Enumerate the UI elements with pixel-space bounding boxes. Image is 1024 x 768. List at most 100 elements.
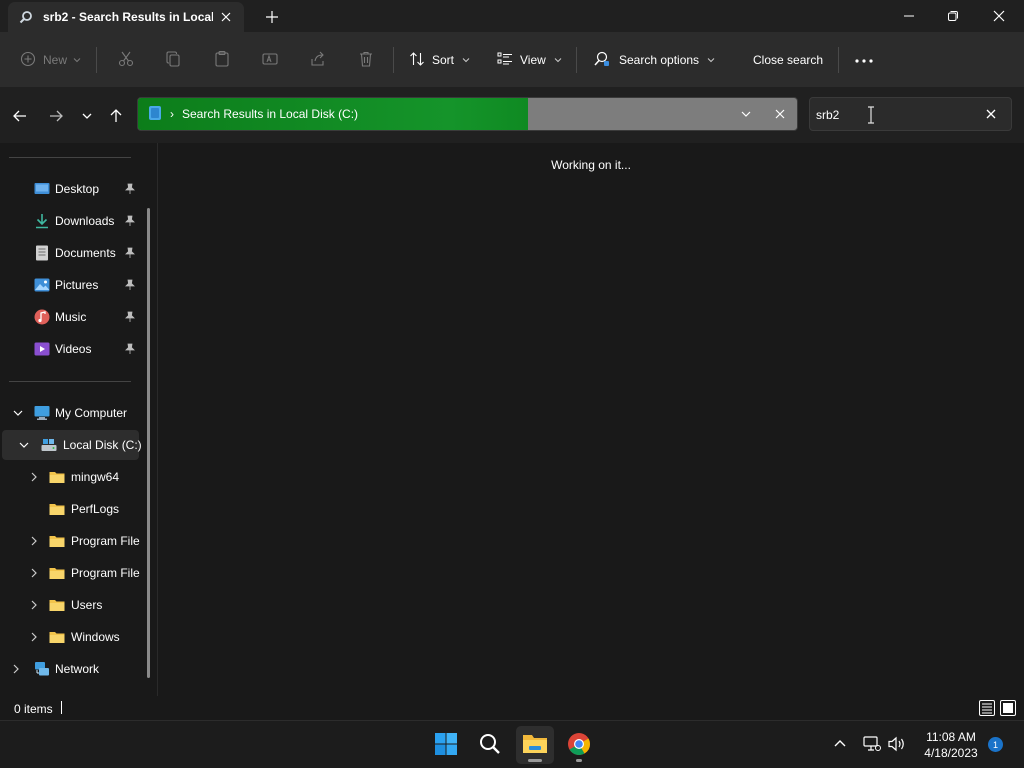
close-search-label: Close search xyxy=(753,53,824,67)
sidebar-item-videos[interactable]: Videos xyxy=(2,334,139,364)
delete-button[interactable] xyxy=(357,46,375,74)
sort-label: Sort xyxy=(432,53,455,67)
sidebar-folder-program-files[interactable]: Program File xyxy=(2,526,140,556)
sidebar-item-local-disk[interactable]: Local Disk (C:) xyxy=(2,430,142,460)
sidebar-item-pictures[interactable]: Pictures xyxy=(2,270,139,300)
chevron-right-icon[interactable] xyxy=(28,535,40,547)
download-icon xyxy=(34,213,50,229)
share-button[interactable] xyxy=(309,46,327,74)
up-arrow-icon[interactable] xyxy=(105,105,127,127)
drive-icon xyxy=(41,437,57,453)
stop-search-icon[interactable] xyxy=(774,108,786,123)
cut-icon xyxy=(117,50,135,71)
paste-button[interactable] xyxy=(213,46,231,74)
pin-icon[interactable] xyxy=(124,343,136,355)
new-button[interactable]: New xyxy=(20,46,81,74)
search-box[interactable] xyxy=(809,97,1012,131)
tab-close-icon[interactable] xyxy=(218,9,234,25)
address-dropdown-icon[interactable] xyxy=(740,108,752,123)
details-view-icon[interactable] xyxy=(979,700,995,719)
status-bar: 0 items xyxy=(0,696,1024,720)
file-list-area[interactable]: Working on it... xyxy=(158,143,1024,696)
chevron-down-icon[interactable] xyxy=(12,407,24,419)
sidebar-item-my-computer[interactable]: My Computer xyxy=(2,398,139,428)
chrome-icon xyxy=(567,732,591,759)
sidebar-item-label: PerfLogs xyxy=(71,502,120,516)
back-arrow-icon[interactable] xyxy=(9,105,31,127)
sidebar-folder-program-files-x86[interactable]: Program File xyxy=(2,558,140,588)
copy-button[interactable] xyxy=(165,46,183,74)
chevron-right-icon[interactable] xyxy=(10,663,22,675)
pin-icon[interactable] xyxy=(124,279,136,291)
sidebar-item-label: Pictures xyxy=(55,278,99,292)
sidebar-item-downloads[interactable]: Downloads xyxy=(2,206,139,236)
sidebar-item-documents[interactable]: Documents xyxy=(2,238,139,268)
sidebar-divider xyxy=(9,381,131,382)
chevron-down-icon[interactable] xyxy=(18,439,30,451)
cut-button[interactable] xyxy=(117,46,135,74)
view-button[interactable]: View xyxy=(497,46,562,74)
sidebar-item-label: My Computer xyxy=(55,406,128,420)
view-list-icon xyxy=(497,51,513,70)
sidebar-item-label: Windows xyxy=(71,630,120,644)
computer-icon xyxy=(34,405,50,421)
network-status-icon[interactable] xyxy=(863,736,881,755)
video-icon xyxy=(34,341,50,357)
clock-date: 4/18/2023 xyxy=(924,746,978,760)
taskbar-search-button[interactable] xyxy=(471,726,509,764)
chevron-down-icon xyxy=(707,53,715,67)
address-bar[interactable]: › Search Results in Local Disk (C:) xyxy=(137,97,798,131)
pin-icon[interactable] xyxy=(124,247,136,259)
plus-circle-icon xyxy=(20,51,36,70)
sidebar-folder-users[interactable]: Users xyxy=(2,590,139,620)
restore-icon[interactable] xyxy=(930,0,976,32)
close-window-icon[interactable] xyxy=(976,0,1022,32)
chevron-right-icon[interactable] xyxy=(28,599,40,611)
sidebar-item-label: Network xyxy=(55,662,100,676)
breadcrumb-current[interactable]: Search Results in Local Disk (C:) xyxy=(182,107,358,121)
chevron-down-icon xyxy=(554,53,562,67)
sidebar-folder-perflogs[interactable]: PerfLogs xyxy=(2,494,139,524)
new-button-label: New xyxy=(43,53,68,67)
chevron-right-icon[interactable] xyxy=(28,631,40,643)
search-icon xyxy=(18,9,34,25)
sort-button[interactable]: Sort xyxy=(409,46,470,74)
recent-locations-icon[interactable] xyxy=(76,105,98,127)
taskbar-file-explorer[interactable] xyxy=(516,726,554,764)
notification-badge[interactable]: 1 xyxy=(988,737,1003,752)
forward-arrow-icon[interactable] xyxy=(45,105,67,127)
minimize-icon[interactable] xyxy=(886,0,932,32)
breadcrumb-separator: › xyxy=(170,107,174,121)
sidebar-scrollbar[interactable] xyxy=(147,208,150,678)
pin-icon[interactable] xyxy=(124,183,136,195)
clear-search-icon[interactable] xyxy=(985,108,997,123)
search-input[interactable] xyxy=(816,106,966,124)
sidebar-item-music[interactable]: Music xyxy=(2,302,139,332)
new-tab-icon[interactable] xyxy=(262,7,282,27)
search-options-icon xyxy=(593,50,611,71)
more-options-button[interactable] xyxy=(854,46,874,74)
sidebar-item-desktop[interactable]: Desktop xyxy=(2,174,139,204)
sidebar-folder-windows[interactable]: Windows xyxy=(2,622,139,652)
paste-icon xyxy=(213,50,231,71)
start-button[interactable] xyxy=(427,726,465,764)
chevron-right-icon[interactable] xyxy=(28,567,40,579)
sidebar-item-network[interactable]: Network xyxy=(2,654,139,684)
search-options-button[interactable]: Search options xyxy=(593,46,715,74)
document-icon xyxy=(34,245,50,261)
rename-button[interactable] xyxy=(261,46,279,74)
system-clock[interactable]: 11:08 AM 4/18/2023 xyxy=(918,729,984,761)
explorer-tab[interactable]: srb2 - Search Results in Local xyxy=(8,2,244,32)
tiles-view-icon[interactable] xyxy=(1000,700,1016,719)
pin-icon[interactable] xyxy=(124,215,136,227)
sidebar-folder-mingw64[interactable]: mingw64 xyxy=(2,462,139,492)
picture-icon xyxy=(34,277,50,293)
chevron-right-icon[interactable] xyxy=(28,471,40,483)
volume-icon[interactable] xyxy=(888,736,906,755)
pin-icon[interactable] xyxy=(124,311,136,323)
close-search-button[interactable]: Close search xyxy=(753,46,823,74)
show-hidden-icons-icon[interactable] xyxy=(832,736,848,755)
taskbar-chrome[interactable] xyxy=(560,726,598,764)
sort-icon xyxy=(409,51,425,70)
taskbar: 11:08 AM 4/18/2023 1 xyxy=(0,720,1024,768)
